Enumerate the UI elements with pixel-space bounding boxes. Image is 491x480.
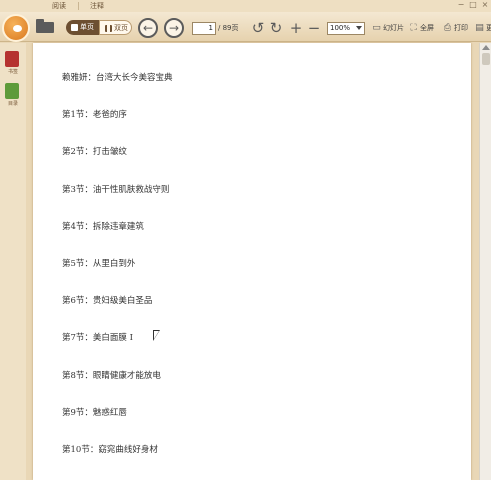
more-icon: ▤: [475, 23, 484, 33]
vertical-scrollbar[interactable]: [479, 43, 491, 480]
single-page-button[interactable]: 单页: [66, 20, 99, 35]
prev-page-icon[interactable]: ←: [138, 18, 158, 38]
restore-icon[interactable]: □: [468, 0, 478, 10]
toc-line: 第3节：油干性肌肤救战守则: [62, 185, 170, 195]
zoom-out-icon[interactable]: −: [307, 20, 321, 36]
sidebar-item-label: 目录: [7, 101, 18, 107]
more-label: 更: [486, 24, 491, 32]
single-page-label: 单页: [80, 23, 94, 31]
print-icon: ⎙: [443, 23, 452, 33]
sidebar-item-bookmark[interactable]: 书签: [3, 51, 23, 81]
toc-line: 第4节：拆除违章建筑: [62, 222, 144, 232]
scroll-thumb[interactable]: [482, 53, 490, 65]
page-number-input[interactable]: 1: [192, 22, 216, 35]
fullscreen-button[interactable]: ⛶ 全屏: [408, 21, 434, 35]
toc-line: 第6节：贵妇级美白圣品: [62, 296, 153, 306]
bookmark-icon: [5, 51, 19, 67]
single-page-icon: [71, 24, 78, 31]
folder-body: [36, 22, 54, 33]
tab-strip: 阅读 注释 − □ ×: [0, 0, 491, 12]
toc-line: 第1节：老爸的序: [62, 110, 127, 120]
sidebar: 书签 目录: [0, 43, 26, 480]
double-page-button[interactable]: 双页: [99, 20, 132, 35]
toc-line: 第2节：打击皱纹: [62, 147, 127, 157]
scroll-up-icon[interactable]: [482, 45, 490, 50]
tab-read[interactable]: 阅读: [41, 0, 77, 12]
toc-line: 第5节：从里白到外: [62, 259, 136, 269]
toc-line: 第9节：魅惑红唇: [62, 408, 127, 418]
double-page-icon: [105, 25, 112, 32]
toolbar: 单页 双页 ← → 1 / 89页 ↺ ↻ + − 100% ▭ 幻灯片 ⛶ 全…: [0, 12, 491, 42]
tab-note[interactable]: 注释: [79, 0, 115, 12]
zoom-value: 100%: [330, 24, 351, 32]
rotate-right-icon[interactable]: ↻: [269, 20, 283, 36]
fullscreen-label: 全屏: [420, 24, 434, 32]
toc-line: 第7节：美白面膜 I: [62, 333, 133, 343]
minimize-icon[interactable]: −: [456, 0, 466, 10]
toc-icon: [5, 83, 19, 99]
sidebar-item-toc[interactable]: 目录: [3, 83, 23, 113]
print-label: 打印: [454, 24, 468, 32]
zoom-in-icon[interactable]: +: [289, 20, 303, 36]
toc-line: 第10节：窈窕曲线好身材: [62, 445, 158, 455]
open-folder-icon[interactable]: [36, 19, 54, 33]
toc-line: 第8节：眼睛健康才能放电: [62, 371, 161, 381]
sidebar-item-label: 书签: [7, 69, 18, 75]
logo-eye: [13, 25, 22, 32]
double-page-label: 双页: [114, 24, 128, 32]
page-total: / 89页: [218, 24, 239, 32]
zoom-select[interactable]: 100%: [327, 22, 365, 35]
chevron-down-icon: [356, 26, 362, 30]
slideshow-icon: ▭: [372, 23, 381, 33]
fullscreen-icon: ⛶: [410, 23, 417, 33]
document-page: 赖雅妍：台湾大长今美容宝典 第1节：老爸的序 第2节：打击皱纹 第3节：油干性肌…: [33, 43, 471, 480]
rotate-left-icon[interactable]: ↺: [251, 20, 265, 36]
doc-title: 赖雅妍：台湾大长今美容宝典: [62, 73, 173, 83]
next-page-icon[interactable]: →: [164, 18, 184, 38]
app-logo[interactable]: [2, 14, 30, 42]
print-button[interactable]: ⎙ 打印: [442, 21, 468, 35]
more-button[interactable]: ▤ 更: [474, 21, 491, 35]
close-icon[interactable]: ×: [480, 0, 490, 10]
slideshow-button[interactable]: ▭ 幻灯片: [371, 21, 404, 35]
slideshow-label: 幻灯片: [383, 24, 404, 32]
mouse-cursor-icon: [153, 330, 160, 341]
